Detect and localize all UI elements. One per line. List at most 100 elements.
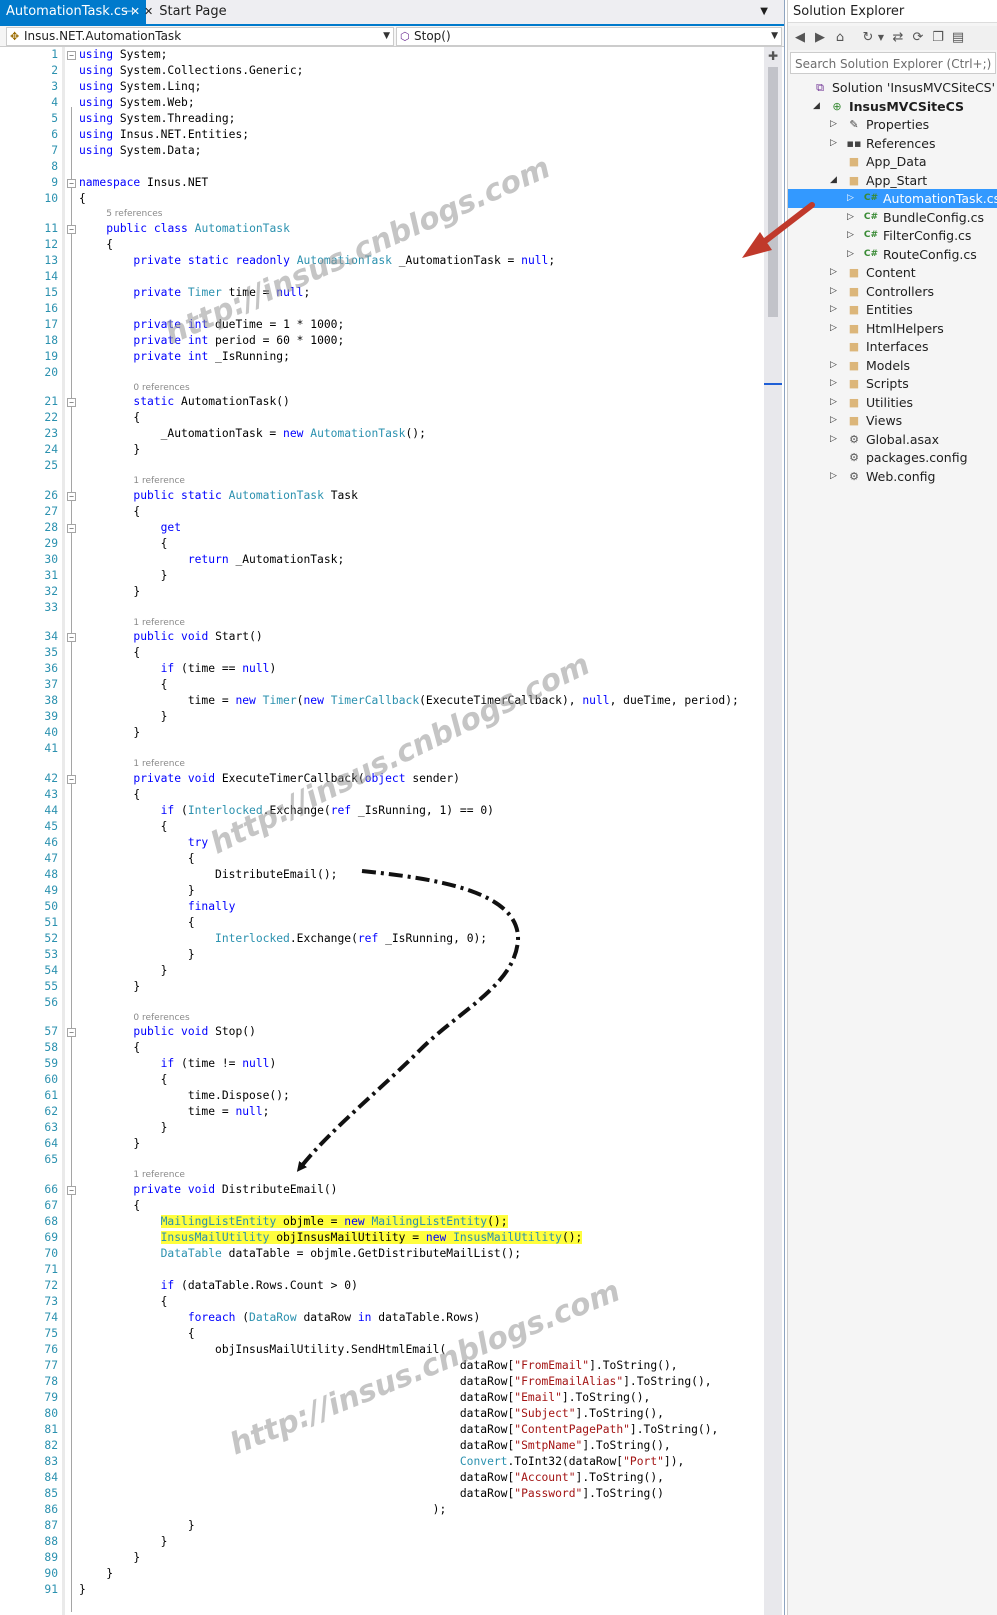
tree-item[interactable]: ▷ ▪▪ References (788, 134, 997, 153)
tree-item[interactable]: ▷ ■ Models (788, 356, 997, 375)
code-line: private int dueTime = 1 * 1000; (79, 317, 344, 333)
collapse-region-icon[interactable]: − (67, 1028, 76, 1037)
vertical-scrollbar[interactable]: ✚ (764, 47, 782, 1615)
expand-arrow-icon[interactable]: ▷ (847, 245, 857, 264)
home-icon[interactable]: ⌂ (832, 30, 848, 46)
tree-item[interactable]: ⧉ Solution 'InsusMVCSiteCS' (1 p (788, 78, 997, 97)
codelens-reference-count[interactable]: 1 reference (133, 476, 185, 486)
tree-item[interactable]: ▷ ■ Content (788, 263, 997, 282)
expand-arrow-icon[interactable]: ▷ (830, 115, 840, 134)
code-token: } (79, 726, 141, 739)
back-icon[interactable]: ◀ (792, 30, 808, 46)
close-icon[interactable]: ✕ (131, 0, 140, 24)
tree-item[interactable]: ■ App_Data (788, 152, 997, 171)
code-line: private void ExecuteTimerCallback(object… (79, 771, 460, 787)
tree-item[interactable]: ▷ ■ Scripts (788, 374, 997, 393)
expand-arrow-icon[interactable]: ▷ (830, 282, 840, 301)
code-token: ); (79, 1502, 447, 1516)
collapse-region-icon[interactable]: − (67, 224, 76, 234)
line-number: 57 (44, 1025, 58, 1038)
expand-arrow-icon[interactable]: ▷ (830, 263, 840, 282)
code-token: { (79, 192, 86, 205)
line-number: 29 (44, 536, 58, 550)
search-input[interactable]: Search Solution Explorer (Ctrl+;) (790, 52, 996, 74)
tree-item[interactable]: ▷ ■ Utilities (788, 393, 997, 412)
forward-icon[interactable]: ▶ (812, 30, 828, 46)
member-dropdown[interactable]: ⬡ Stop() ▼ (396, 27, 782, 46)
codelens-reference-count[interactable]: 0 references (133, 383, 189, 393)
tree-item[interactable]: ▷ ■ Views (788, 411, 997, 430)
expand-arrow-icon[interactable]: ▷ (830, 467, 840, 486)
tree-item-label: Controllers (866, 283, 934, 299)
tab-start-page[interactable]: ✕ Start Page (140, 0, 266, 24)
code-token: finally (187, 899, 236, 913)
expand-arrow-icon[interactable]: ▷ (847, 226, 857, 245)
tree-item[interactable]: ▷ ⚙ Global.asax (788, 430, 997, 449)
show-all-files-icon[interactable]: ▤ (950, 30, 966, 46)
sync-icon[interactable]: ⇄ (890, 30, 906, 46)
tree-item[interactable]: ⚙ packages.config (788, 448, 997, 467)
codelens-reference-count[interactable]: 1 reference (133, 1170, 185, 1180)
codelens-reference-count[interactable]: 0 references (133, 1013, 189, 1023)
expand-arrow-icon[interactable]: ▷ (830, 356, 840, 375)
tree-item[interactable]: ▷ ■ HtmlHelpers (788, 319, 997, 338)
codelens-reference-count[interactable]: 1 reference (133, 618, 185, 628)
close-icon[interactable]: ✕ (144, 5, 153, 18)
expanded-arrow-icon[interactable]: ◢ (830, 171, 840, 190)
code-line: } (79, 1136, 140, 1152)
code-token: "ContentPagePath" (514, 1422, 630, 1436)
tree-item[interactable]: ▷ C# AutomationTask.cs (788, 189, 997, 208)
code-token: } (79, 1550, 141, 1564)
code-token: DataRow (249, 1310, 297, 1324)
collapse-region-icon[interactable]: − (67, 51, 76, 60)
line-number: 64 (44, 1137, 58, 1150)
tree-item[interactable]: ▷ C# FilterConfig.cs (788, 226, 997, 245)
tree-item[interactable]: ▷ ■ Controllers (788, 282, 997, 301)
expand-arrow-icon[interactable]: ▷ (830, 300, 840, 319)
class-dropdown[interactable]: ✥ Insus.NET.AutomationTask ▼ (6, 27, 394, 46)
tree-item[interactable]: ▷ ⚙ Web.config (788, 467, 997, 486)
collapse-region-icon[interactable]: − (67, 398, 76, 407)
tree-item[interactable]: ▷ ✎ Properties (788, 115, 997, 134)
tab-automationtask-cs[interactable]: AutomationTask.cs ⊣ ✕ (0, 0, 146, 24)
tab-overflow-dropdown-icon[interactable]: ▼ (760, 0, 768, 24)
tree-item[interactable]: ▷ C# BundleConfig.cs (788, 208, 997, 227)
code-token: using (79, 96, 114, 109)
expand-arrow-icon[interactable]: ▷ (830, 411, 840, 430)
expanded-arrow-icon[interactable]: ◢ (813, 97, 823, 116)
line-number: 5 (51, 112, 58, 125)
tree-item[interactable]: ◢ ⊕ InsusMVCSiteCS (788, 97, 997, 116)
collapse-region-icon[interactable]: − (67, 1185, 76, 1195)
tree-item[interactable]: ◢ ■ App_Start (788, 171, 997, 190)
scrollbar-thumb[interactable] (768, 67, 778, 317)
split-window-icon[interactable]: ✚ (767, 50, 779, 62)
expand-arrow-icon[interactable]: ▷ (847, 208, 857, 227)
collapse-all-icon[interactable]: ❐ (930, 30, 946, 46)
expand-arrow-icon[interactable]: ▷ (830, 430, 840, 449)
code-token: time = (79, 1105, 236, 1118)
expand-arrow-icon[interactable]: ▷ (830, 393, 840, 412)
expand-arrow-icon[interactable]: ▷ (847, 189, 857, 208)
line-number: 38 (44, 694, 58, 707)
chevron-down-icon[interactable]: ▼ (876, 30, 886, 46)
expand-arrow-icon[interactable]: ▷ (830, 374, 840, 393)
expand-arrow-icon[interactable]: ▷ (830, 134, 840, 153)
collapse-region-icon[interactable]: − (67, 179, 76, 188)
tree-item[interactable]: ▷ ■ Entities (788, 300, 997, 319)
codelens-reference-count[interactable]: 1 reference (133, 759, 185, 769)
pending-changes-icon[interactable]: ↻ (860, 30, 876, 46)
tree-item[interactable]: ■ Interfaces (788, 337, 997, 356)
folder-icon: ■ (848, 395, 860, 409)
refresh-icon[interactable]: ⟳ (910, 30, 926, 46)
expand-arrow-icon[interactable]: ▷ (830, 319, 840, 338)
codelens-reference-count[interactable]: 5 references (106, 209, 162, 219)
line-number: 48 (44, 867, 58, 881)
collapse-region-icon[interactable]: − (67, 633, 76, 642)
collapse-region-icon[interactable]: − (67, 491, 76, 501)
collapse-region-icon[interactable]: − (67, 523, 76, 533)
tree-item[interactable]: ▷ C# RouteConfig.cs (788, 245, 997, 264)
code-text-area[interactable]: 1− using System; 2 using System.Collections… (0, 47, 764, 1615)
collapse-region-icon[interactable]: − (67, 774, 76, 784)
